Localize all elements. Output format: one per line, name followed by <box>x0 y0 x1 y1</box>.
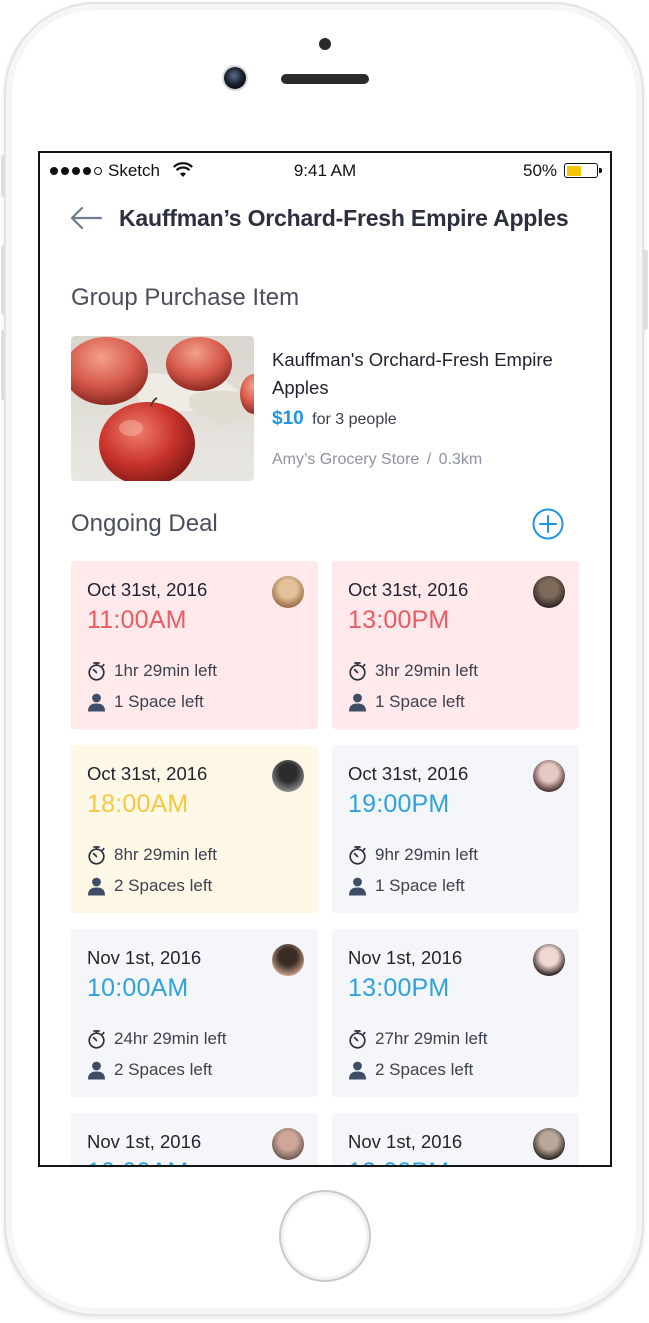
deal-card[interactable]: Nov 1st, 2016 10:00AM 24hr 29min left 2 Spa… <box>71 929 318 1097</box>
deal-time: 13:00PM <box>348 606 450 634</box>
separator: / <box>426 451 432 468</box>
person-icon <box>349 877 366 895</box>
deal-time: 19:00PM <box>348 790 450 818</box>
stopwatch-icon <box>88 846 105 865</box>
status-bar: Sketch 9:41 AM 50% <box>40 153 610 189</box>
deal-card[interactable]: Oct 31st, 2016 18:00AM 8hr 29min left 2 Spa… <box>71 745 318 913</box>
stopwatch-icon <box>349 846 366 865</box>
avatar[interactable] <box>533 576 565 608</box>
deal-card[interactable]: Nov 1st, 2016 13:00PM 27hr 29min left 2 Spa… <box>332 929 579 1097</box>
arrow-left-icon[interactable] <box>68 205 104 231</box>
deal-date: Nov 1st, 2016 <box>348 1131 463 1152</box>
spaces-left: 2 Spaces left <box>375 1060 474 1079</box>
person-icon <box>349 693 366 711</box>
deal-time: 13:00PM <box>348 974 450 1002</box>
deal-time: 11:00AM <box>87 606 187 634</box>
store-name[interactable]: Amy’s Grocery Store <box>272 451 419 468</box>
time-left-row: 27hr 29min left <box>348 1029 487 1049</box>
deal-time: 18:00AM <box>87 790 189 818</box>
earpiece-speaker <box>281 74 369 84</box>
person-icon <box>88 1061 105 1079</box>
person-icon <box>349 1061 366 1079</box>
navigation-bar: Kauffman’s Orchard-Fresh Empire Apples <box>40 191 610 247</box>
store-distance: 0.3km <box>438 451 483 468</box>
deal-card[interactable]: Oct 31st, 2016 13:00PM 3hr 29min left 1 Spa… <box>332 561 579 729</box>
time-left: 1hr 29min left <box>114 661 217 680</box>
spaces-left-row: 2 Spaces left <box>87 1060 212 1080</box>
deal-time: 10:00AM <box>87 974 189 1002</box>
group-purchase-heading: Group Purchase Item <box>71 284 300 311</box>
spaces-left: 2 Spaces left <box>114 876 213 895</box>
apples-photo <box>71 336 254 481</box>
deal-card[interactable]: Oct 31st, 2016 19:00PM 9hr 29min left 1 Spa… <box>332 745 579 913</box>
battery-percentage: 50% <box>523 161 558 180</box>
time-left: 8hr 29min left <box>114 845 217 864</box>
page-title: Kauffman’s Orchard-Fresh Empire Apples <box>119 205 569 231</box>
spaces-left-row: 1 Space left <box>87 692 204 712</box>
ongoing-deal-heading: Ongoing Deal <box>71 510 218 537</box>
stopwatch-icon <box>349 662 366 681</box>
spaces-left: 1 Space left <box>114 692 204 711</box>
spaces-left-row: 1 Space left <box>348 692 465 712</box>
time-left-row: 9hr 29min left <box>348 845 478 865</box>
spaces-left-row: 2 Spaces left <box>348 1060 473 1080</box>
avatar[interactable] <box>272 944 304 976</box>
app-screen: Sketch 9:41 AM 50% Kauffman’s Orchard-Fr… <box>38 151 612 1167</box>
time-left: 27hr 29min left <box>375 1029 488 1048</box>
time-left-row: 24hr 29min left <box>87 1029 226 1049</box>
product-name: Kauffman's Orchard-Fresh Empire Apples <box>272 349 553 398</box>
time-left: 3hr 29min left <box>375 661 478 680</box>
avatar[interactable] <box>533 1128 565 1160</box>
deal-date: Oct 31st, 2016 <box>348 763 469 784</box>
price-row: $10 for 3 people <box>272 408 397 430</box>
deal-date: Oct 31st, 2016 <box>348 579 469 600</box>
avatar[interactable] <box>272 1128 304 1160</box>
time-left: 9hr 29min left <box>375 845 478 864</box>
deal-date: Nov 1st, 2016 <box>87 947 202 968</box>
spaces-left-row: 2 Spaces left <box>87 876 212 896</box>
deal-time: 13:00PM <box>348 1158 449 1165</box>
battery-fill <box>566 165 581 176</box>
time-left-row: 8hr 29min left <box>87 845 217 865</box>
stopwatch-icon <box>349 1030 366 1049</box>
person-icon <box>88 877 105 895</box>
deal-date: Nov 1st, 2016 <box>348 947 463 968</box>
spaces-left: 1 Space left <box>375 876 465 895</box>
deal-time: 10:00AM <box>87 1158 188 1165</box>
spaces-left: 2 Spaces left <box>114 1060 213 1079</box>
time-left: 24hr 29min left <box>114 1029 227 1048</box>
product-image[interactable] <box>71 336 254 481</box>
deal-card[interactable]: Nov 1st, 2016 10:00AM <box>71 1113 318 1165</box>
deal-card[interactable]: Nov 1st, 2016 13:00PM <box>332 1113 579 1165</box>
time-left-row: 1hr 29min left <box>87 661 217 681</box>
stopwatch-icon <box>88 1030 105 1049</box>
spaces-left: 1 Space left <box>375 692 465 711</box>
avatar[interactable] <box>533 944 565 976</box>
deal-card[interactable]: Oct 31st, 2016 11:00AM 1hr 29min left 1 Spa… <box>71 561 318 729</box>
person-icon <box>88 693 105 711</box>
proximity-sensor <box>319 38 331 50</box>
battery-icon <box>564 163 602 178</box>
front-camera <box>224 67 246 89</box>
stopwatch-icon <box>88 662 105 681</box>
store-info[interactable]: Amy’s Grocery Store / 0.3km <box>272 451 482 469</box>
deal-date: Nov 1st, 2016 <box>87 1131 202 1152</box>
avatar[interactable] <box>272 760 304 792</box>
avatar[interactable] <box>533 760 565 792</box>
deal-date: Oct 31st, 2016 <box>87 763 208 784</box>
home-button[interactable] <box>279 1190 371 1282</box>
deal-date: Oct 31st, 2016 <box>87 579 208 600</box>
price: $10 <box>272 408 304 429</box>
time-left-row: 3hr 29min left <box>348 661 478 681</box>
price-note: for 3 people <box>312 411 397 428</box>
avatar[interactable] <box>272 576 304 608</box>
spaces-left-row: 1 Space left <box>348 876 465 896</box>
plus-circle-icon[interactable] <box>532 508 564 540</box>
